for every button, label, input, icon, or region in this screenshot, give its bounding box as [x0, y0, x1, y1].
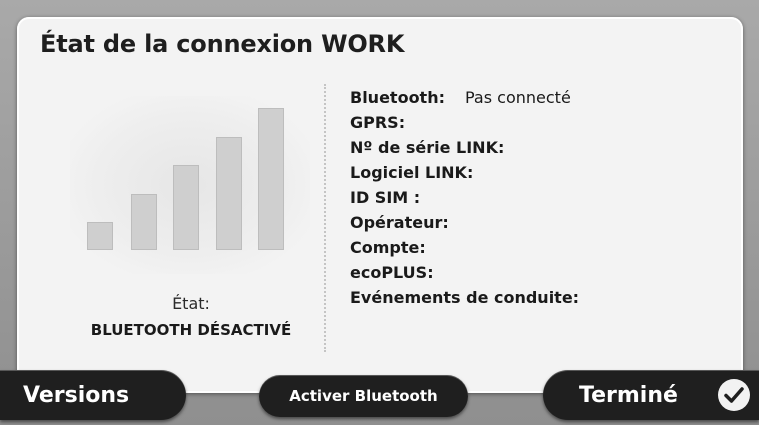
info-row-bluetooth: Bluetooth: Pas connecté: [350, 88, 579, 113]
signal-bar-1: [87, 222, 113, 250]
info-label: Compte:: [350, 238, 426, 257]
signal-bar-4: [216, 137, 242, 250]
info-row-operator: Opérateur:: [350, 213, 579, 238]
info-row-ecoplus: ecoPLUS:: [350, 263, 579, 288]
versions-button-label: Versions: [23, 382, 130, 408]
info-label: GPRS:: [350, 113, 406, 132]
versions-button[interactable]: Versions: [0, 370, 186, 420]
divider: [324, 84, 326, 352]
info-label: Logiciel LINK:: [350, 163, 474, 182]
signal-bar-3: [173, 165, 199, 250]
info-row-link-software: Logiciel LINK:: [350, 163, 579, 188]
signal-bar-2: [131, 194, 157, 250]
info-row-gprs: GPRS:: [350, 113, 579, 138]
activate-bluetooth-button-label: Activer Bluetooth: [289, 387, 438, 405]
info-label: Evénements de conduite:: [350, 288, 580, 307]
info-value: Pas connecté: [465, 88, 571, 107]
info-row-account: Compte:: [350, 238, 579, 263]
info-row-link-serial: Nº de série LINK:: [350, 138, 579, 163]
info-label: Nº de série LINK:: [350, 138, 505, 157]
info-label: Opérateur:: [350, 213, 449, 232]
activate-bluetooth-button[interactable]: Activer Bluetooth: [259, 375, 468, 417]
state-value: BLUETOOTH DÉSACTIVÉ: [90, 321, 292, 339]
connection-info-list: Bluetooth: Pas connecté GPRS: Nº de série…: [350, 88, 579, 313]
done-button-label: Terminé: [579, 382, 678, 408]
signal-bar-5: [258, 108, 284, 250]
state-label: État:: [172, 294, 210, 313]
info-row-sim-id: ID SIM :: [350, 188, 579, 213]
info-row-driving-events: Evénements de conduite:: [350, 288, 579, 313]
info-label: ecoPLUS:: [350, 263, 434, 282]
info-label: Bluetooth:: [350, 88, 445, 107]
info-label: ID SIM :: [350, 188, 421, 207]
checkmark-icon: [718, 379, 750, 411]
signal-strength-icon: [70, 96, 310, 274]
done-button[interactable]: Terminé: [543, 370, 759, 420]
page-title: État de la connexion WORK: [40, 30, 405, 58]
